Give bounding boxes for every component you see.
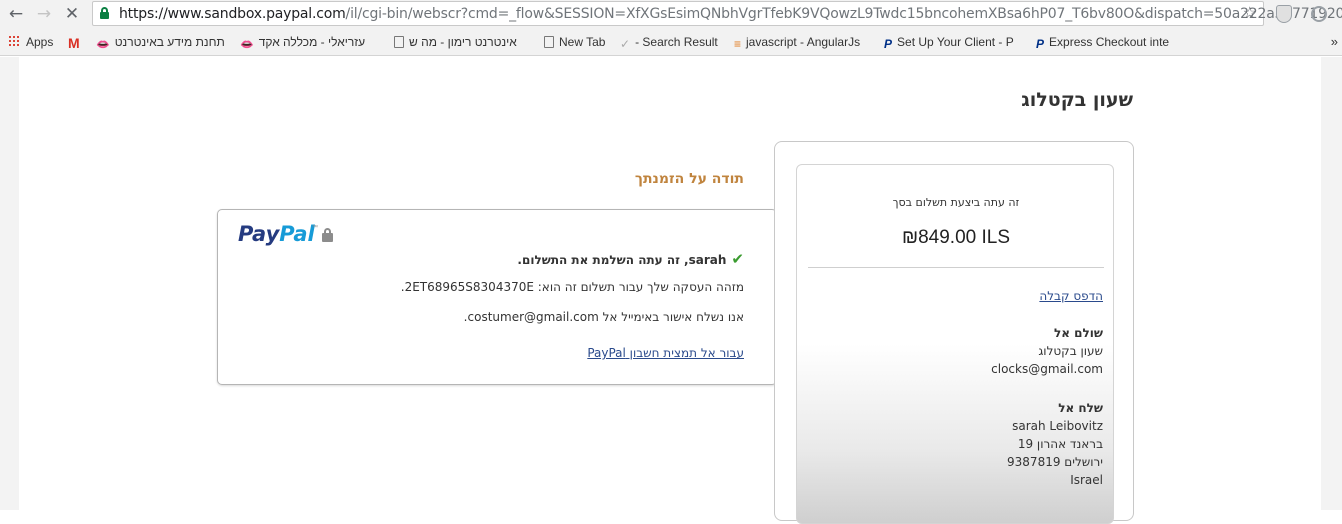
back-arrow-icon[interactable]: ← xyxy=(6,4,26,24)
bookmark-stackoverflow[interactable]: ≡ javascript - AngularJs xyxy=(734,34,872,50)
bookmarks-bar: Apps M 👄 תחנת מידע באינטרנט 👄 עזריאלי - מכ… xyxy=(0,28,1342,56)
confirmation-box: PayPal ™ ✔sarah, זה עתה השלמת את התשלום.… xyxy=(217,209,777,385)
print-receipt-link[interactable]: הדפס קבלה xyxy=(1039,287,1103,305)
payment-success-message: ✔sarah, זה עתה השלמת את התשלום. xyxy=(517,250,744,268)
paypal-icon: P xyxy=(1036,37,1045,50)
payment-caption: זה עתה ביצעת תשלום בסך xyxy=(892,196,1020,209)
payee-label: שולם אל xyxy=(1053,326,1103,340)
bookmark-rimon[interactable]: אינטרנט רימון - מה ש xyxy=(394,34,528,50)
page-icon xyxy=(394,36,404,48)
bookmark-apps[interactable]: Apps xyxy=(8,34,60,50)
merchant-title: שעון בקטלוג xyxy=(1021,89,1133,111)
payee-email: clocks@gmail.com xyxy=(991,362,1103,376)
stop-loading-icon[interactable]: ✕ xyxy=(62,4,82,24)
checkmark-icon: ✔ xyxy=(731,250,744,268)
bookmark-azrieli[interactable]: 👄 עזריאלי - מכללה אקד xyxy=(240,34,380,50)
paypal-icon: P xyxy=(884,37,893,50)
payment-summary-card: זה עתה ביצעת תשלום בסך ₪849.00 ILS הדפס … xyxy=(796,164,1114,524)
apps-grid-icon xyxy=(8,35,21,48)
ship-label: שלח אל xyxy=(1058,401,1103,415)
lips-icon: 👄 xyxy=(96,39,110,50)
forward-arrow-icon[interactable]: → xyxy=(34,4,54,24)
page-viewport: שעון בקטלוג תודה על הזמנתך PayPal ™ ✔ sar… xyxy=(0,57,1342,524)
lips-icon: 👄 xyxy=(240,39,254,50)
trademark-mark: ™ xyxy=(312,225,318,231)
bookmark-paypal-setup[interactable]: P Set Up Your Client - P xyxy=(884,34,1024,50)
bookmark-info-station[interactable]: 👄 תחנת מידע באינטרנט xyxy=(96,34,234,50)
search-result-icon: ✓ xyxy=(620,37,631,50)
gmail-icon: M xyxy=(68,35,80,50)
shield-extension-icon[interactable] xyxy=(1276,5,1292,23)
shipping-details: שלח אל sarah Leibovitz בראנד אהרון 19 יר… xyxy=(1007,399,1103,489)
payee-name: שעון בקטלוג xyxy=(1038,344,1103,358)
bookmark-paypal-express[interactable]: P Express Checkout inte xyxy=(1036,34,1174,50)
bookmark-search-result[interactable]: ✓ - Search Result xyxy=(620,34,726,50)
ship-street: בראנד אהרון 19 xyxy=(1017,437,1103,451)
bookmark-gmail[interactable]: M xyxy=(68,34,90,50)
bookmark-new-tab[interactable]: New Tab xyxy=(544,34,614,50)
paypal-logo: PayPal xyxy=(238,222,315,246)
thanks-heading: תודה על הזמנתך xyxy=(634,171,744,187)
payer-name: sarah xyxy=(688,253,727,267)
page-content: שעון בקטלוג תודה על הזמנתך PayPal ™ ✔ sar… xyxy=(19,57,1321,524)
page-icon xyxy=(544,36,554,48)
browser-toolbar: ← → ✕ https://www.sandbox.paypal.com/il/… xyxy=(0,0,1342,28)
stackoverflow-icon: ≡ xyxy=(734,37,742,50)
more-bookmarks-icon[interactable]: » xyxy=(1331,34,1338,49)
address-bar[interactable]: https://www.sandbox.paypal.com/il/cgi-bi… xyxy=(92,1,1342,26)
ship-country: Israel xyxy=(1070,473,1103,487)
ship-city: ירושלים 9387819 xyxy=(1007,455,1103,469)
email-confirmation-line: אנו נשלח אישור באימייל אל costumer@gmail… xyxy=(463,310,744,324)
padlock-icon xyxy=(322,228,333,242)
url-text[interactable]: https://www.sandbox.paypal.com/il/cgi-bi… xyxy=(119,6,1342,22)
payment-amount: ₪849.00 ILS xyxy=(901,227,1011,248)
transaction-id-line: מזהה העסקה שלך עבור תשלום זה הוא: 2ET689… xyxy=(400,280,744,294)
ghost-extension-icon[interactable] xyxy=(1311,6,1327,22)
payment-summary-panel: זה עתה ביצעת תשלום בסך ₪849.00 ILS הדפס … xyxy=(774,141,1134,524)
ship-name: sarah Leibovitz xyxy=(1012,419,1103,433)
bookmark-star-icon[interactable]: ☆ xyxy=(1243,3,1257,23)
account-summary-link[interactable]: עבור אל תמצית חשבון PayPal xyxy=(587,346,744,360)
divider xyxy=(808,267,1104,268)
payee-details: שולם אל שעון בקטלוג clocks@gmail.com xyxy=(991,324,1103,378)
secure-lock-icon xyxy=(100,7,109,19)
